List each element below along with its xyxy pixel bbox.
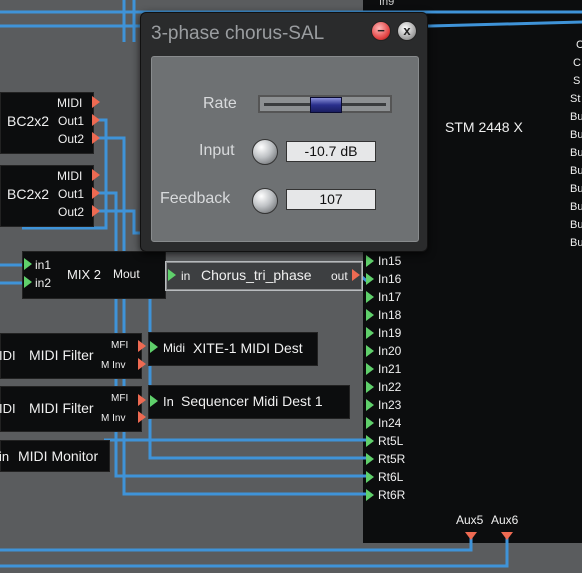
mix-in1-port[interactable] (24, 258, 32, 270)
minimize-button[interactable]: − (371, 21, 391, 41)
chorus-out-label: out (331, 269, 348, 283)
plugin-control-panel: Rate Input -10.7 dB Feedback 107 (151, 56, 419, 242)
filter2-minv-port[interactable] (138, 411, 146, 423)
bc2-port-midi: MIDI (57, 169, 83, 183)
bc2-out1-port[interactable] (92, 187, 100, 199)
stm-aux5-port[interactable] (465, 532, 477, 540)
rate-label: Rate (203, 95, 237, 112)
plugin-window-title: 3-phase chorus-SAL (151, 23, 325, 44)
filter1-port-b: M Inv (101, 360, 126, 371)
close-button[interactable]: x (397, 21, 417, 41)
right-label: Bu (570, 237, 582, 249)
right-label: Bu (570, 111, 582, 123)
midi-filter-module-2[interactable]: IDI MIDI Filter MFI M Inv (0, 386, 142, 432)
patch-canvas[interactable]: In9 STM 2448 X BC2x2 MIDI Out1 Out2 BC2x… (0, 0, 582, 573)
xite-midi-dest-module[interactable]: Midi XITE-1 MIDI Dest (148, 332, 318, 366)
xite-in-port[interactable] (150, 341, 158, 353)
feedback-label: Feedback (160, 190, 231, 207)
right-label: Bu (570, 165, 582, 177)
xite-name: XITE-1 MIDI Dest (193, 340, 303, 356)
input-knob[interactable] (252, 139, 278, 165)
bc1-midi-out-port[interactable] (92, 96, 100, 108)
input-label: Input (199, 142, 235, 159)
filter1-port-a: MFI (111, 340, 129, 351)
rate-slider[interactable] (258, 95, 392, 113)
bc1-name: BC2x2 (7, 113, 50, 129)
filter1-prefix: IDI (0, 348, 16, 363)
filter2-mfi-port[interactable] (138, 394, 146, 406)
filter1-mfi-port[interactable] (138, 340, 146, 352)
bc1-port-out1: Out1 (58, 114, 85, 128)
bc1-port-out2: Out2 (58, 132, 85, 146)
sequencer-midi-dest-module[interactable]: In Sequencer Midi Dest 1 (148, 385, 350, 419)
right-label: C (573, 57, 581, 69)
bc2-port-out2: Out2 (58, 205, 85, 219)
monitor-prefix: in (0, 449, 10, 464)
chorus-name: Chorus_tri_phase (201, 267, 312, 283)
stm-input-list: In15 In16 In17 In18 In19 In20 In21 In22 … (366, 254, 426, 505)
feedback-value-field[interactable]: 107 (286, 189, 376, 210)
xite-in-label: Midi (163, 341, 186, 355)
filter1-minv-port[interactable] (138, 358, 146, 370)
chorus-in-port[interactable] (168, 269, 176, 281)
mix-in2-port[interactable] (24, 276, 32, 288)
bc2x2-module-2[interactable]: BC2x2 MIDI Out1 Out2 (0, 165, 94, 227)
feedback-knob[interactable] (252, 188, 278, 214)
filter2-port-b: M Inv (101, 413, 126, 424)
bc2-name: BC2x2 (7, 186, 50, 202)
seq-in-label: In (163, 394, 174, 409)
chorus-out-port[interactable] (352, 269, 360, 281)
right-label: S (573, 75, 581, 87)
mix2-module[interactable]: in1 in2 MIX 2 Mout (22, 251, 166, 299)
filter2-prefix: IDI (0, 401, 16, 416)
filter2-name: MIDI Filter (29, 400, 94, 416)
chorus-plugin-window[interactable]: 3-phase chorus-SAL − x Rate Input -10.7 … (140, 12, 428, 252)
stm-aux5-label: Aux5 (456, 513, 484, 527)
right-partial-label-list: C C S St Bu Bu Bu Bu Bu Bu Bu Bu (570, 36, 582, 256)
rate-slider-thumb[interactable] (310, 97, 342, 113)
right-label: Bu (570, 219, 582, 231)
filter1-name: MIDI Filter (29, 347, 94, 363)
right-label: Bu (570, 129, 582, 141)
bc2-midi-out-port[interactable] (92, 169, 100, 181)
stm-aux6-label: Aux6 (491, 513, 519, 527)
right-label: Bu (570, 183, 582, 195)
midi-filter-module-1[interactable]: IDI MIDI Filter MFI M Inv (0, 333, 142, 379)
chorus-tri-phase-module[interactable]: in Chorus_tri_phase out (166, 262, 362, 290)
mix-name: MIX 2 (67, 267, 101, 282)
monitor-name: MIDI Monitor (18, 448, 99, 464)
mix-in2-label: in2 (35, 276, 52, 290)
input-value-field[interactable]: -10.7 dB (286, 141, 376, 162)
midi-monitor-module[interactable]: in MIDI Monitor (0, 440, 110, 472)
filter2-port-a: MFI (111, 393, 129, 404)
bc2x2-module-1[interactable]: BC2x2 MIDI Out1 Out2 (0, 92, 94, 154)
stm-aux6-port[interactable] (501, 532, 513, 540)
bc2-out2-port[interactable] (92, 205, 100, 217)
mix-out-label: Mout (113, 267, 140, 281)
right-label: St (570, 93, 581, 105)
bc1-port-midi: MIDI (57, 96, 83, 110)
bc1-out2-port[interactable] (92, 132, 100, 144)
bc2-port-out1: Out1 (58, 187, 85, 201)
seq-in-port[interactable] (150, 395, 158, 407)
right-label: C (576, 39, 582, 51)
mix-in1-label: in1 (35, 258, 52, 272)
right-label: Bu (570, 201, 582, 213)
right-label: Bu (570, 147, 582, 159)
chorus-in-label: in (181, 269, 191, 283)
bc1-out1-port[interactable] (92, 114, 100, 126)
seq-name: Sequencer Midi Dest 1 (181, 393, 323, 409)
